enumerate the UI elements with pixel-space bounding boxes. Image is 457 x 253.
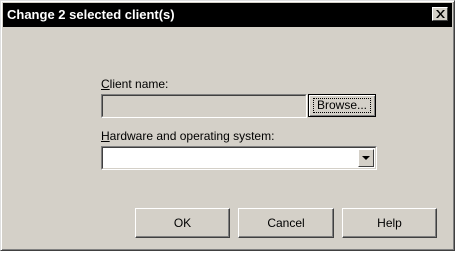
help-button[interactable]: Help [342,208,437,238]
focus-rectangle [313,98,371,113]
cancel-button[interactable]: Cancel [238,208,334,238]
browse-button[interactable]: Browse... [308,94,376,117]
client-name-input[interactable] [104,97,306,115]
chevron-down-icon [362,156,370,160]
close-icon [436,10,445,18]
close-button[interactable] [432,7,448,21]
ok-button[interactable]: OK [135,208,230,238]
dropdown-arrow-button[interactable] [358,149,374,167]
client-name-label: Client name: [101,77,169,91]
hardware-os-select[interactable] [101,146,377,170]
dialog-title: Change 2 selected client(s) [7,7,175,22]
client-name-field[interactable] [101,94,307,118]
hardware-os-label: Hardware and operating system: [101,129,275,143]
title-bar[interactable]: Change 2 selected client(s) [3,3,452,27]
